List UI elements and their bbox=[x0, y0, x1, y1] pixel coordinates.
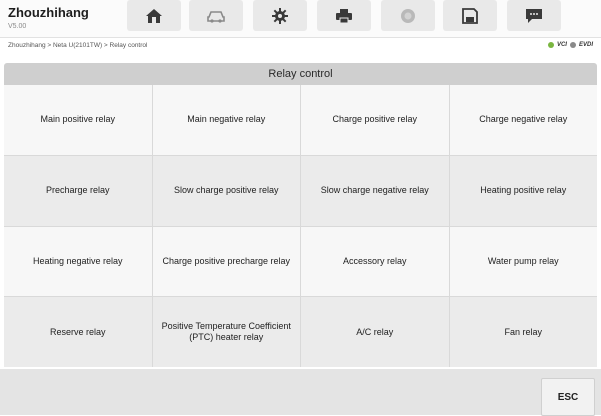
message-icon bbox=[526, 8, 542, 23]
breadcrumb-bar: Zhouzhihang > Neta U(2101TW) > Relay con… bbox=[0, 38, 601, 56]
app-name: Zhouzhihang bbox=[8, 5, 89, 20]
relay-button[interactable]: Main positive relay bbox=[4, 85, 152, 155]
gear-icon bbox=[272, 7, 288, 24]
relay-grid: Main positive relay Main negative relay … bbox=[4, 85, 597, 367]
breadcrumb: Zhouzhihang > Neta U(2101TW) > Relay con… bbox=[8, 42, 148, 49]
top-bar: Zhouzhihang V5.00 bbox=[0, 0, 601, 38]
vehicle-button[interactable] bbox=[189, 0, 243, 31]
relay-button[interactable]: A/C relay bbox=[301, 297, 449, 367]
vci-label: VCI bbox=[556, 42, 567, 48]
relay-button[interactable]: Accessory relay bbox=[301, 226, 449, 297]
relay-button[interactable]: Fan relay bbox=[449, 297, 597, 367]
car-vehicle-icon bbox=[207, 10, 225, 23]
message-button[interactable] bbox=[507, 0, 561, 31]
relay-button[interactable]: Reserve relay bbox=[4, 297, 152, 367]
vci-status-icon bbox=[547, 42, 554, 48]
evdi-label: EVDI bbox=[578, 42, 593, 48]
relay-button[interactable]: Charge positive precharge relay bbox=[152, 226, 300, 297]
save-button[interactable] bbox=[443, 0, 497, 31]
save-icon bbox=[462, 7, 478, 24]
relay-button[interactable]: Water pump relay bbox=[449, 226, 597, 297]
app-title: Zhouzhihang V5.00 bbox=[8, 5, 89, 31]
relay-button[interactable]: Slow charge negative relay bbox=[301, 155, 449, 226]
home-icon bbox=[146, 8, 162, 23]
relay-button[interactable]: Charge positive relay bbox=[301, 85, 449, 155]
relay-button[interactable]: Precharge relay bbox=[4, 155, 152, 226]
relay-button[interactable]: Slow charge positive relay bbox=[152, 155, 300, 226]
printer-icon bbox=[336, 8, 352, 23]
bottom-bar: ESC bbox=[0, 369, 601, 416]
relay-button[interactable]: Heating positive relay bbox=[449, 155, 597, 226]
help-icon bbox=[401, 8, 415, 23]
relay-button[interactable]: Main negative relay bbox=[152, 85, 300, 155]
home-button[interactable] bbox=[127, 0, 181, 31]
section-title: Relay control bbox=[4, 63, 597, 85]
settings-button[interactable] bbox=[253, 0, 307, 31]
relay-button[interactable]: Positive Temperature Coefficient (PTC) h… bbox=[152, 297, 300, 367]
app-version: V5.00 bbox=[8, 23, 27, 30]
relay-button[interactable]: Heating negative relay bbox=[4, 226, 152, 297]
esc-button[interactable]: ESC bbox=[541, 378, 595, 416]
evdi-status-icon bbox=[569, 42, 576, 48]
help-button[interactable] bbox=[381, 0, 435, 31]
print-button[interactable] bbox=[317, 0, 371, 31]
connection-status: VCI EVDI bbox=[547, 42, 593, 48]
relay-button[interactable]: Charge negative relay bbox=[449, 85, 597, 155]
